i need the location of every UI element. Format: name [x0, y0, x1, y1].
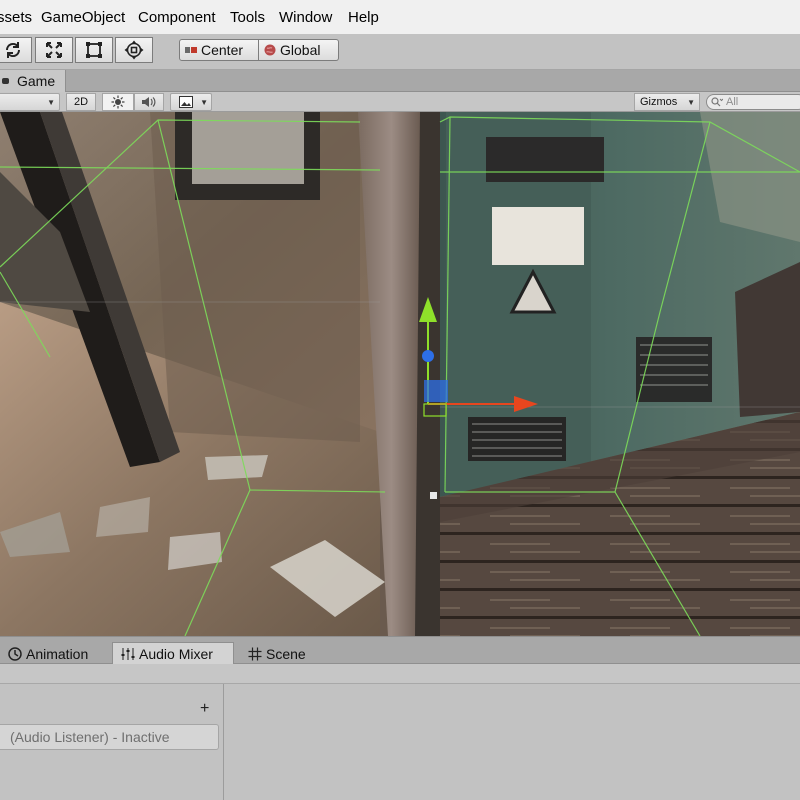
rotate-tool-button[interactable]: [0, 37, 32, 63]
game-tab-row: Game: [0, 70, 800, 92]
tab-audio-mixer-label: Audio Mixer: [139, 646, 213, 662]
game-view-bar: ▼ 2D ▼ Gizmos ▼ All: [0, 92, 800, 112]
gizmos-label: Gizmos: [640, 96, 678, 108]
add-mixer-button[interactable]: +: [200, 700, 209, 718]
chevron-down-icon: ▼: [47, 98, 55, 107]
menu-assets[interactable]: ssets: [0, 9, 32, 26]
mixer-sliders-icon: [121, 648, 135, 660]
pivot-global-toggle[interactable]: Global: [259, 39, 339, 61]
scale-tool-button[interactable]: [35, 37, 73, 63]
image-icon: [179, 96, 193, 108]
menu-tools[interactable]: Tools: [230, 9, 265, 26]
mode-2d-label: 2D: [73, 96, 89, 108]
tab-game[interactable]: Game: [0, 70, 66, 92]
tab-audio-mixer[interactable]: Audio Mixer: [112, 642, 234, 665]
gamepad-icon: [2, 78, 9, 84]
rotate-tool-icon: [5, 42, 21, 58]
clock-icon: [8, 647, 22, 661]
grid-icon: [248, 647, 262, 661]
chevron-down-icon: ▼: [200, 98, 208, 107]
tab-scene[interactable]: Scene: [248, 643, 306, 665]
pivot-center-icon: [185, 47, 197, 53]
menu-gameobject[interactable]: GameObject: [41, 9, 125, 26]
chevron-down-icon: ▼: [687, 98, 695, 107]
pivot-global-label: Global: [280, 42, 321, 58]
tab-animation-label: Animation: [26, 646, 89, 662]
menu-component[interactable]: Component: [138, 9, 216, 26]
menu-help[interactable]: Help: [348, 9, 379, 26]
tab-scene-label: Scene: [266, 646, 306, 662]
tab-game-label: Game: [17, 73, 56, 89]
search-placeholder: All: [726, 96, 739, 108]
main-toolbar: Center Global: [0, 34, 800, 70]
menu-bar: ssets GameObject Component Tools Window …: [0, 0, 800, 34]
transform-tool-button[interactable]: [115, 37, 153, 63]
effects-dropdown[interactable]: ▼: [170, 93, 212, 111]
gizmos-dropdown[interactable]: Gizmos ▼: [634, 93, 700, 111]
sun-icon: [111, 95, 125, 109]
menu-window[interactable]: Window: [279, 9, 332, 26]
globe-icon: [264, 44, 276, 56]
display-dropdown[interactable]: ▼: [0, 93, 60, 111]
audio-mixer-sidebar: + (Audio Listener) - Inactive: [0, 684, 224, 800]
game-viewport[interactable]: [0, 112, 800, 636]
speaker-icon: [142, 97, 156, 107]
transform-tool-icon: [124, 40, 144, 60]
lighting-toggle[interactable]: [102, 93, 134, 111]
scale-tool-icon: [46, 42, 62, 58]
tab-animation[interactable]: Animation: [8, 643, 88, 665]
search-input[interactable]: All: [706, 94, 800, 110]
audio-mixer-main: [224, 684, 800, 800]
mode-2d-button[interactable]: 2D: [66, 93, 96, 111]
rect-tool-button[interactable]: [75, 37, 113, 63]
scene-render: [0, 112, 800, 636]
audio-listener-status: (Audio Listener) - Inactive: [0, 724, 219, 750]
search-icon: [711, 97, 723, 107]
pivot-center-toggle[interactable]: Center: [179, 39, 259, 61]
audio-listener-label: (Audio Listener) - Inactive: [10, 729, 170, 745]
audio-mixer-toolbar: [0, 664, 800, 684]
audio-toggle[interactable]: [134, 93, 164, 111]
pivot-center-label: Center: [201, 42, 244, 58]
bottom-tab-row: Animation Audio Mixer Scene: [0, 636, 800, 665]
rect-tool-icon: [86, 42, 102, 58]
